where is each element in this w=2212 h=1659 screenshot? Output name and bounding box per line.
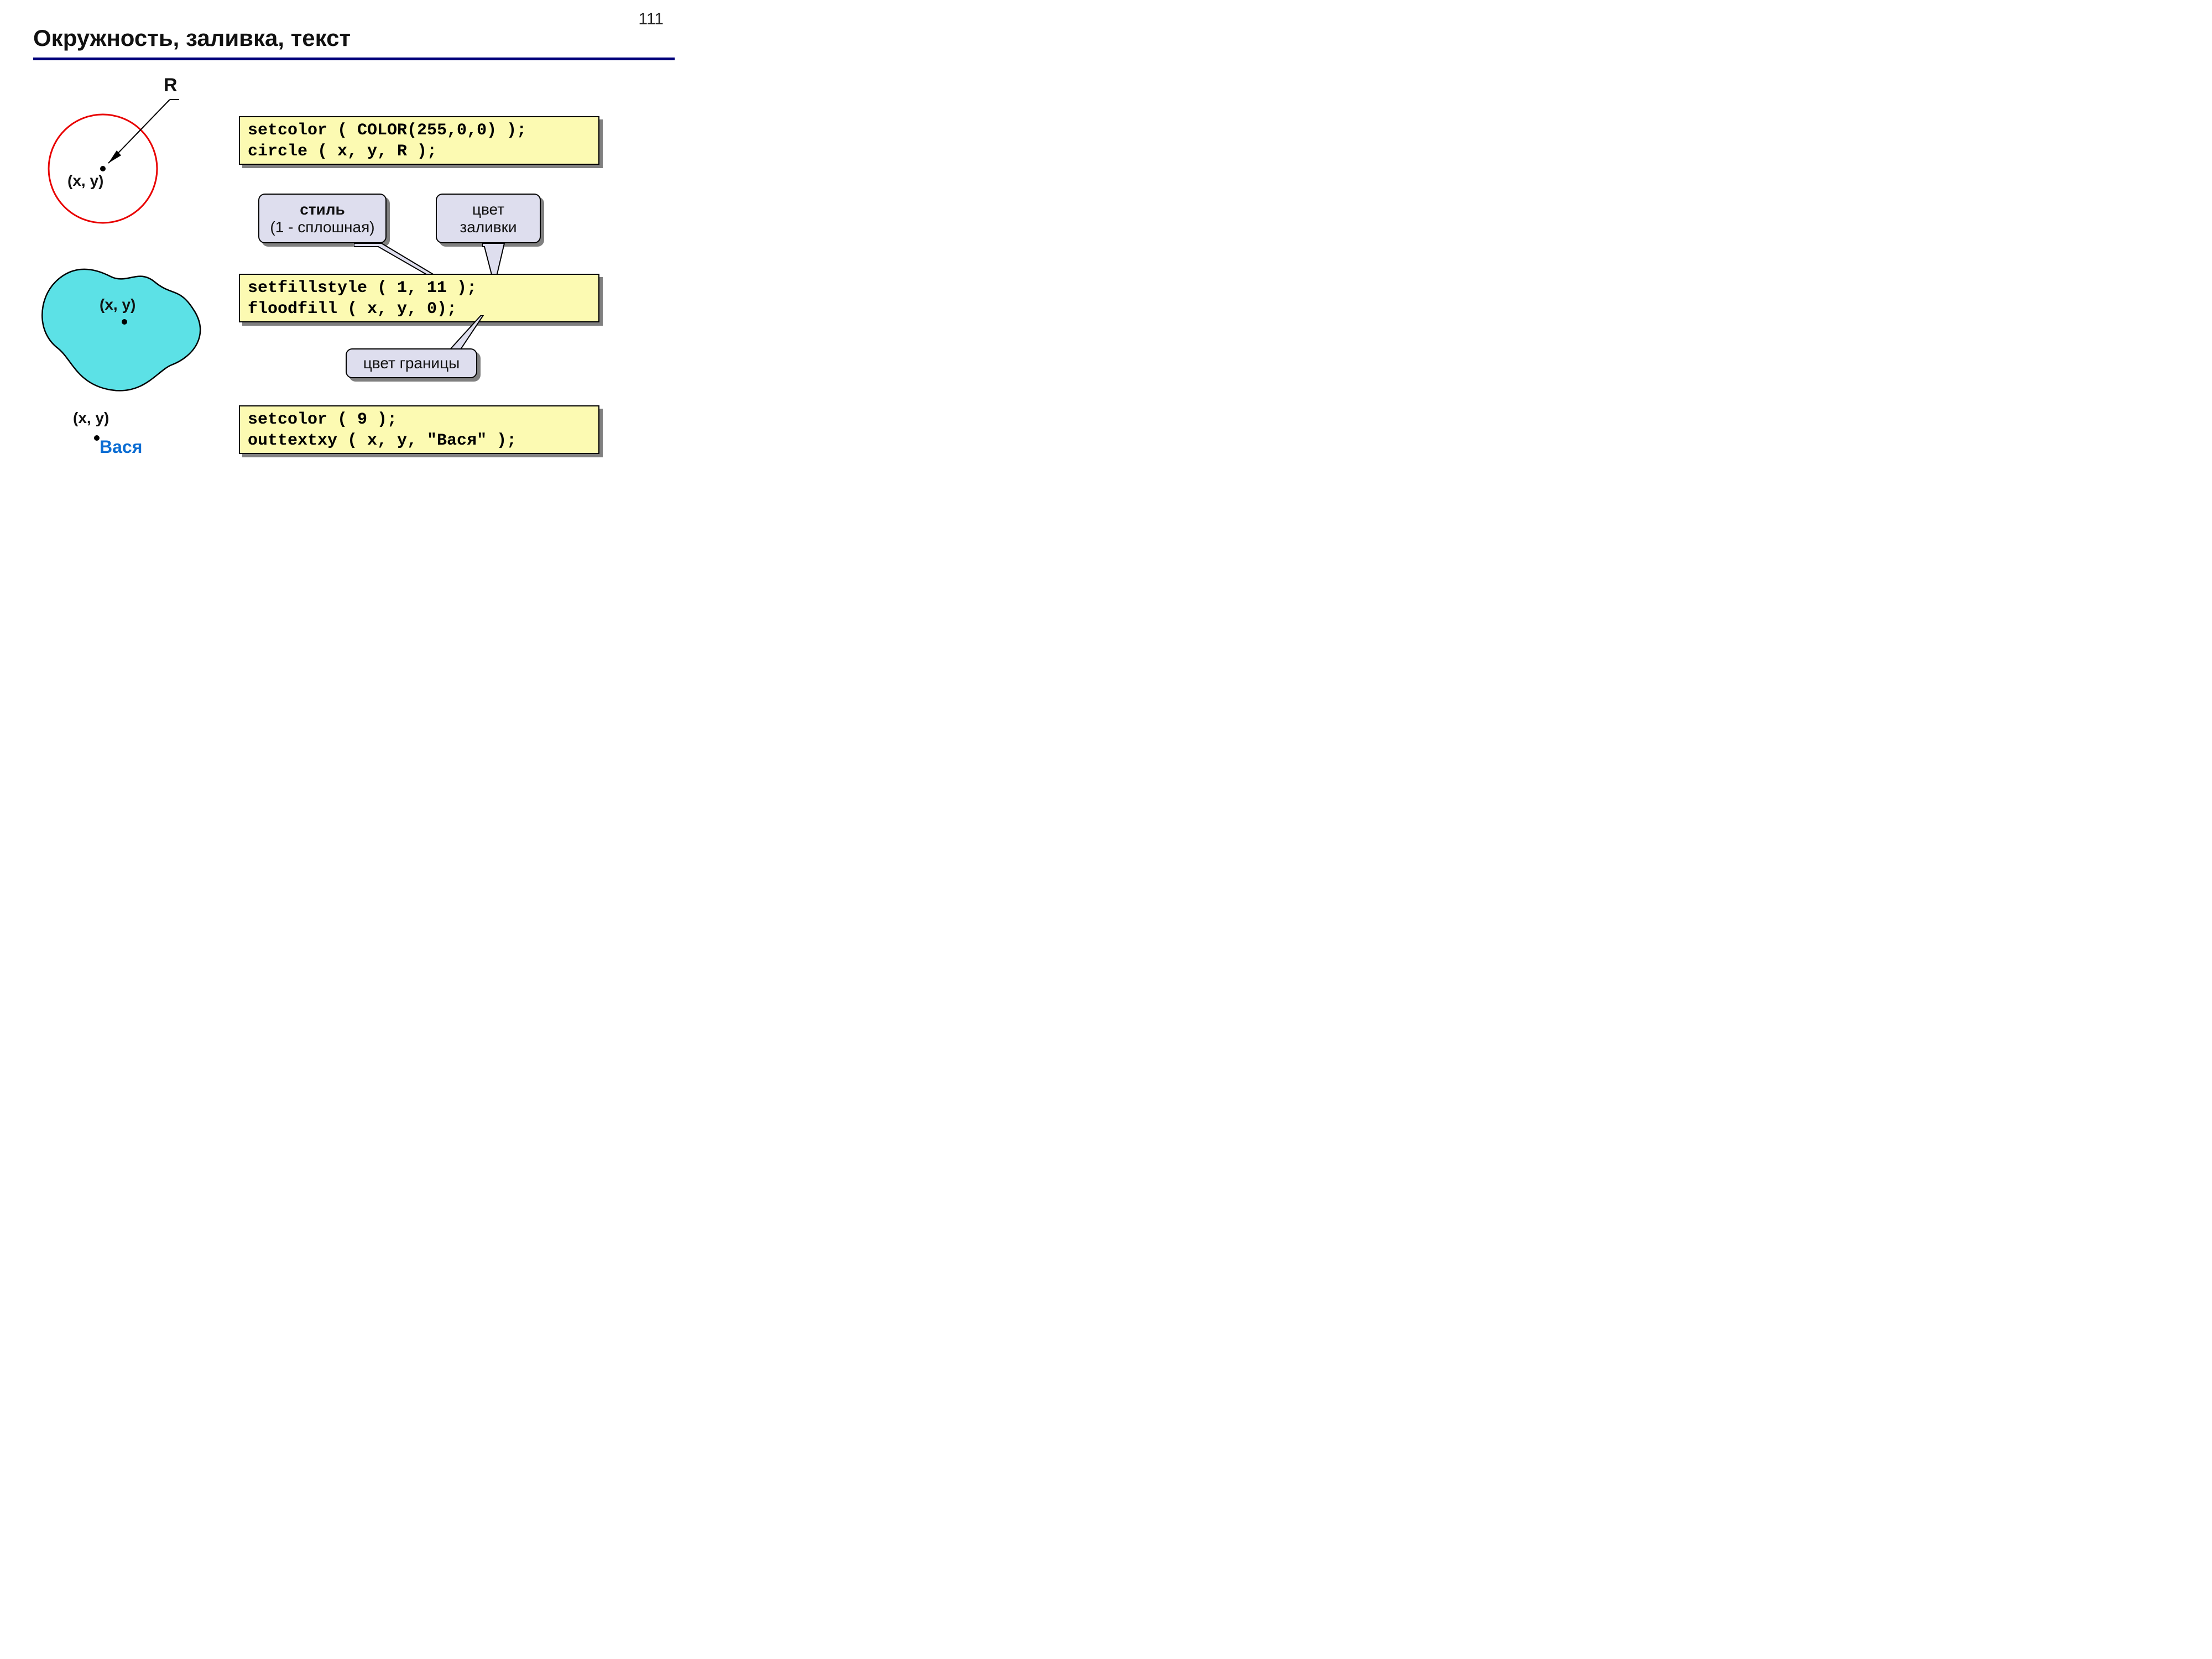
- code-block-circle-text: setcolor ( COLOR(255,0,0) ); circle ( x,…: [239, 116, 599, 165]
- blob-center-label: (x, y): [100, 296, 135, 314]
- callout-border: цвет границы: [346, 348, 477, 378]
- circle-diagram: [33, 83, 199, 238]
- callout-style-title: стиль: [300, 201, 345, 218]
- title-underline: [33, 58, 675, 60]
- text-demo-coord: (x, y): [73, 409, 109, 427]
- r-label: R: [164, 75, 178, 96]
- callout-style-sub: (1 - сплошная): [270, 218, 374, 236]
- blob-center-dot: [122, 319, 127, 325]
- callout-border-text: цвет границы: [363, 354, 460, 372]
- code-block-outtextxy-text: setcolor ( 9 ); outtextxy ( x, y, "Вася"…: [239, 405, 599, 454]
- callout-fillcolor: цвет заливки: [436, 194, 541, 243]
- code-block-circle: setcolor ( COLOR(255,0,0) ); circle ( x,…: [239, 116, 599, 165]
- circle-center-dot: [100, 166, 106, 171]
- callout-style: стиль (1 - сплошная): [258, 194, 387, 243]
- circle-center-label: (x, y): [67, 172, 103, 190]
- callout-fillcolor-l1: цвет: [472, 201, 504, 218]
- code-block-floodfill-text: setfillstyle ( 1, 11 ); floodfill ( x, y…: [239, 274, 599, 322]
- page-number: 111: [638, 10, 664, 29]
- code-block-outtextxy: setcolor ( 9 ); outtextxy ( x, y, "Вася"…: [239, 405, 599, 454]
- code-block-floodfill: setfillstyle ( 1, 11 ); floodfill ( x, y…: [239, 274, 599, 322]
- text-demo-dot: [94, 435, 100, 441]
- callout-fillcolor-l2: заливки: [460, 218, 517, 236]
- text-demo-name: Вася: [100, 437, 142, 457]
- page-title: Окружность, заливка, текст: [33, 25, 351, 51]
